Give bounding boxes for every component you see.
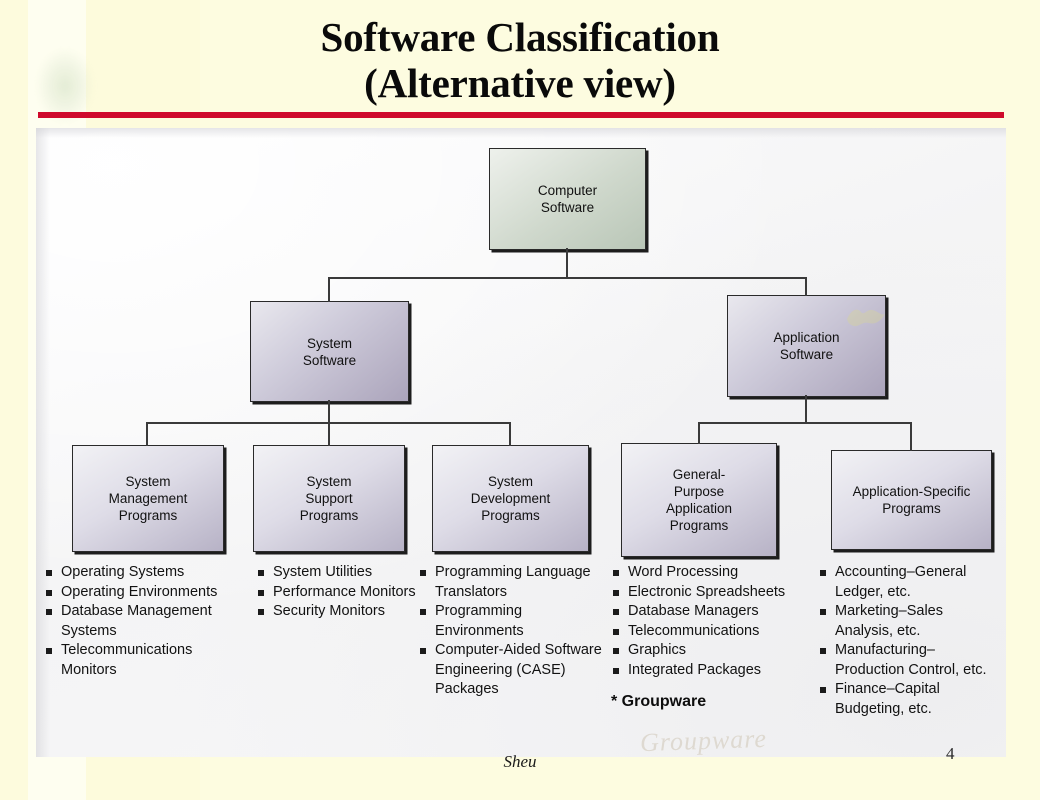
node-system-support-line1: System: [306, 474, 352, 489]
connector-to-system-development: [509, 422, 511, 446]
bullet-list-application-specific: Accounting–General Ledger, etc. Marketin…: [818, 563, 998, 719]
node-general-purpose-application-programs[interactable]: General- Purpose Application Programs: [621, 443, 777, 557]
connector-root-down: [566, 248, 568, 278]
node-computer-software[interactable]: Computer Software: [489, 148, 646, 250]
bullet-list-system-management: Operating Systems Operating Environments…: [44, 563, 249, 680]
node-general-purpose-line3: Application: [665, 501, 733, 516]
node-computer-software-line1: Computer: [537, 183, 598, 198]
list-item: Performance Monitors: [256, 583, 416, 603]
list-item: Operating Systems: [44, 563, 249, 583]
connector-system-software-down: [328, 400, 330, 422]
list-item: Accounting–General Ledger, etc.: [818, 563, 998, 602]
node-application-software-line1: Application: [773, 330, 840, 345]
page-title-line-1: Software Classification: [320, 14, 720, 60]
connector-to-system-management: [146, 422, 148, 446]
list-item: Security Monitors: [256, 602, 416, 622]
node-application-specific-line2: Programs: [882, 501, 941, 516]
connector-to-application-software: [805, 277, 807, 296]
node-application-specific-line1: Application-Specific: [852, 484, 971, 499]
connector-to-system-software: [328, 277, 330, 302]
node-system-support-line3: Programs: [299, 508, 359, 523]
bullet-list-general-purpose: Word Processing Electronic Spreadsheets …: [611, 563, 803, 712]
list-item: Integrated Packages: [611, 661, 803, 681]
footer-author: Sheu: [503, 752, 537, 771]
groupware-footnote: * Groupware: [611, 693, 707, 710]
connector-to-system-support: [328, 422, 330, 446]
page-number: 4: [946, 744, 955, 763]
list-item: Database Management Systems: [44, 602, 249, 641]
page-title-line-2: (Alternative view): [364, 60, 676, 106]
list-item: Operating Environments: [44, 583, 249, 603]
list-item: Manufacturing–Production Control, etc.: [818, 641, 998, 680]
scan-shadow-top: [36, 128, 1006, 138]
list-item: Database Managers: [611, 602, 803, 622]
title-divider-rule: [38, 112, 1004, 118]
node-application-software[interactable]: Application Software: [727, 295, 886, 397]
list-item: Marketing–Sales Analysis, etc.: [818, 602, 998, 641]
node-system-management-line3: Programs: [118, 508, 178, 523]
list-item: Finance–Capital Budgeting, etc.: [818, 680, 998, 719]
connector-application-children-bar: [698, 422, 911, 424]
node-computer-software-line2: Software: [540, 200, 595, 215]
node-system-support-programs[interactable]: System Support Programs: [253, 445, 405, 552]
node-system-development-line2: Development: [470, 491, 551, 506]
list-item: Computer-Aided Software Engineering (CAS…: [418, 641, 606, 700]
node-system-software-line1: System: [306, 335, 352, 351]
page-title: Software Classification (Alternative vie…: [0, 14, 1040, 106]
list-item: System Utilities: [256, 563, 416, 583]
node-system-development-line3: Programs: [481, 508, 540, 523]
list-item: Telecommunications Monitors: [44, 641, 249, 680]
node-system-software[interactable]: System Software: [250, 301, 409, 402]
connector-application-software-down: [805, 395, 807, 422]
node-system-management-programs[interactable]: System Management Programs: [72, 445, 224, 552]
node-general-purpose-line1: General-: [672, 467, 726, 482]
node-system-development-programs[interactable]: System Development Programs: [432, 445, 589, 552]
node-system-support-line2: Support: [305, 491, 353, 506]
list-item: Programming Language Translators: [418, 563, 606, 602]
node-general-purpose-line2: Purpose: [673, 484, 725, 499]
list-item: Graphics: [611, 641, 803, 661]
node-application-specific-programs[interactable]: Application-Specific Programs: [831, 450, 992, 550]
connector-to-application-specific: [910, 422, 912, 451]
list-item: Electronic Spreadsheets: [611, 583, 803, 603]
node-application-software-line2: Software: [779, 347, 834, 362]
node-system-software-line2: Software: [302, 352, 357, 368]
node-general-purpose-line4: Programs: [669, 518, 729, 533]
connector-level2-bar: [328, 277, 806, 279]
node-system-management-line1: System: [125, 474, 171, 489]
list-item: Word Processing: [611, 563, 803, 583]
node-system-management-line2: Management: [108, 491, 188, 506]
list-item: Telecommunications: [611, 622, 803, 642]
bullet-list-system-support: System Utilities Performance Monitors Se…: [256, 563, 416, 622]
connector-to-general-purpose: [698, 422, 700, 444]
list-item: Programming Environments: [418, 602, 606, 641]
bullet-list-system-development: Programming Language Translators Program…: [418, 563, 606, 700]
node-system-development-line1: System: [487, 474, 533, 489]
